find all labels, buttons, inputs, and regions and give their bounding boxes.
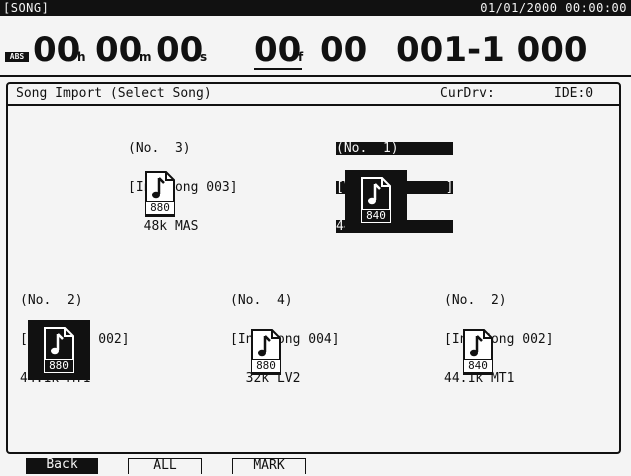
window-titlebar: Song Import (Select Song) CurDrv: IDE:0 (8, 84, 619, 106)
song-number: (No. 2) (444, 293, 507, 308)
song-info: 48k MAS (128, 219, 199, 234)
window-title: Song Import (Select Song) (16, 86, 212, 101)
song-icon-value: 880 (145, 201, 175, 215)
hours-value: 00 (33, 30, 81, 70)
mark-button[interactable]: MARK (232, 458, 306, 474)
song-file-icon-selected[interactable]: 840 (345, 170, 407, 232)
song-number: (No. 2) (20, 293, 83, 308)
frames-unit: f (298, 50, 304, 64)
song-icon-value: 840 (463, 359, 493, 373)
seconds-unit: s (200, 50, 208, 64)
status-bar: [SONG] 01/01/2000 00:00:00 (0, 0, 631, 16)
abs-indicator: ABS (5, 52, 29, 62)
date-time: 01/01/2000 00:00:00 (480, 1, 627, 15)
frames-value: 00 (254, 30, 302, 70)
song-file-icon[interactable]: 840 (460, 328, 496, 376)
song-icon-value: 840 (361, 209, 391, 223)
minutes-value: 00 (95, 30, 143, 70)
song-number: (No. 1) (336, 142, 454, 155)
song-icon-value: 880 (251, 359, 281, 373)
current-drive-value: IDE:0 (554, 86, 594, 101)
song-number: (No. 3) (128, 141, 191, 156)
song-item[interactable]: (No. 4) [InitSong 004] 32k LV2 (230, 268, 340, 411)
cursor-underline (254, 68, 302, 70)
song-file-icon[interactable]: 880 (248, 328, 284, 376)
song-icon-value: 880 (44, 359, 74, 373)
measure-beat-tick: 001-1 000 (396, 30, 588, 70)
header-divider (0, 75, 631, 77)
song-number: (No. 4) (230, 293, 293, 308)
current-drive-label: CurDrv: (440, 86, 495, 101)
time-counter: ABS 00 h 00 m 00 s 00 f 00 001-1 000 (0, 18, 631, 74)
subframes-value: 00 (320, 30, 368, 70)
song-info: 32k LV2 (230, 371, 301, 386)
back-button[interactable]: Back (26, 458, 98, 474)
song-name: [InitSong 004] (230, 332, 340, 347)
song-import-window: Song Import (Select Song) CurDrv: IDE:0 … (6, 82, 621, 454)
minutes-unit: m (139, 50, 152, 64)
song-file-icon[interactable]: 880 (142, 170, 178, 218)
hours-unit: h (77, 50, 86, 64)
all-button[interactable]: ALL (128, 458, 202, 474)
seconds-value: 00 (156, 30, 204, 70)
mode-label: [SONG] (3, 1, 50, 15)
song-file-icon-highlighted[interactable]: 880 (28, 320, 90, 380)
